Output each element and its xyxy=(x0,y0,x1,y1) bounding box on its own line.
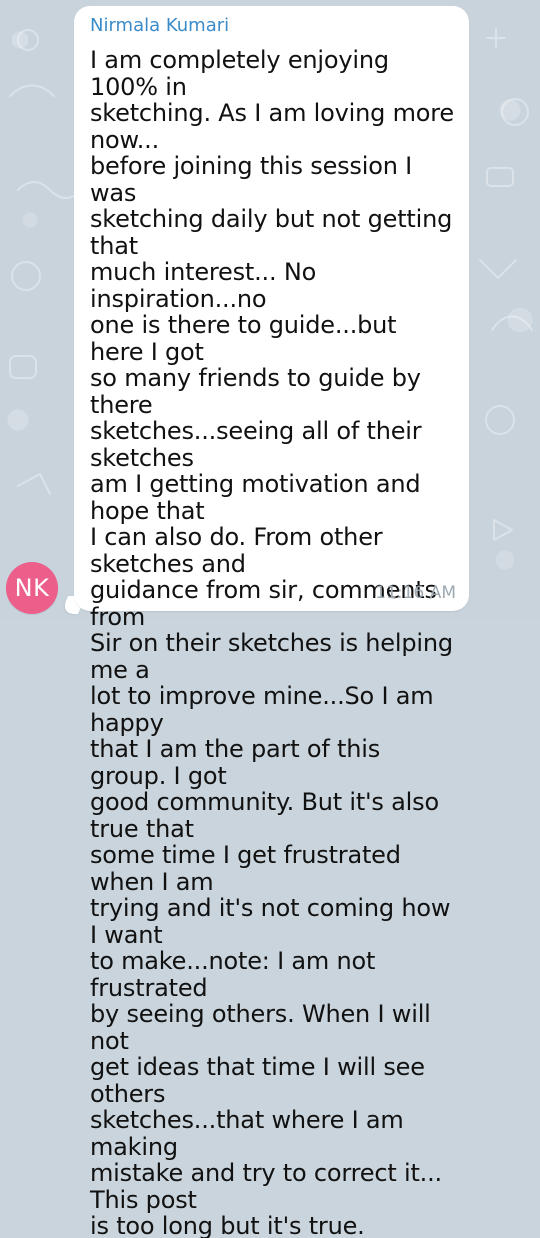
message-row: NK Nirmala Kumari I am completely enjoyi… xyxy=(0,0,540,1238)
avatar[interactable]: NK xyxy=(6,562,58,614)
message-bubble[interactable]: Nirmala Kumari I am completely enjoying … xyxy=(74,6,469,1238)
sender-name[interactable]: Nirmala Kumari xyxy=(90,15,453,37)
message-timestamp: 11:16 AM xyxy=(375,583,456,603)
avatar-initials: NK xyxy=(14,574,50,602)
message-text: I am completely enjoying 100% in sketchi… xyxy=(90,46,454,1238)
